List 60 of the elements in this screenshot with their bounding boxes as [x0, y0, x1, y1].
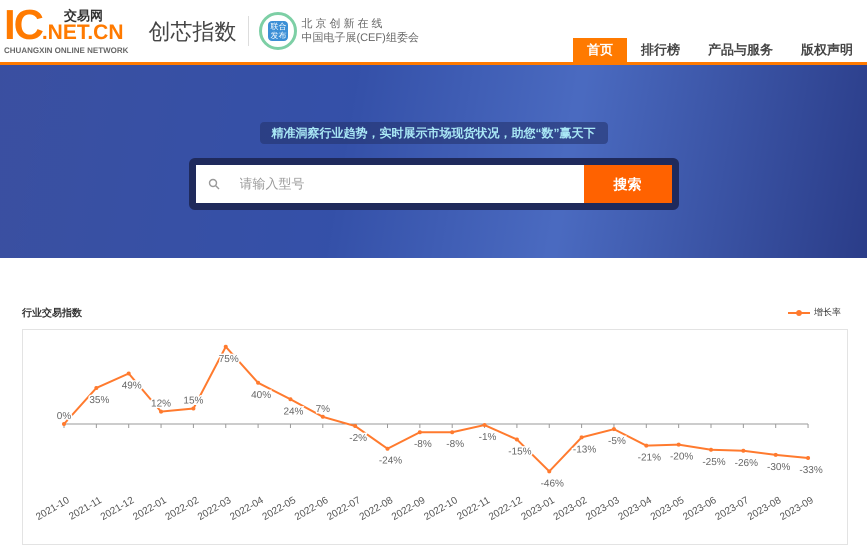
logo-domain: .NET.CN	[42, 22, 124, 42]
value-label: -1%	[478, 432, 496, 444]
nav-tab[interactable]: 排行榜	[627, 38, 694, 62]
data-point	[353, 424, 358, 428]
data-point	[224, 344, 228, 349]
data-point	[547, 469, 552, 474]
badge-line: 北 京 创 新 在 线	[301, 17, 384, 31]
data-point	[62, 422, 66, 426]
data-point	[612, 427, 616, 432]
value-label: -33%	[799, 465, 823, 476]
value-label: -8%	[414, 439, 432, 450]
data-point	[774, 452, 778, 457]
value-label: -13%	[572, 444, 596, 456]
data-point	[482, 423, 487, 428]
value-label: 7%	[316, 404, 330, 415]
banner-slogan: 精准洞察行业趋势，实时展示市场现货状况，助您“数”赢天下	[260, 122, 608, 144]
value-label: -25%	[702, 456, 726, 468]
data-point	[191, 406, 196, 411]
search-icon	[208, 178, 220, 190]
logo-mark: IC	[4, 6, 42, 42]
value-label: 40%	[251, 390, 272, 401]
logo-name: 交易网	[64, 8, 103, 22]
data-point	[386, 446, 390, 451]
value-label: -26%	[734, 458, 758, 469]
chart-title: 行业交易指数	[22, 306, 82, 320]
data-point	[676, 442, 681, 447]
legend-label: 增长率	[814, 306, 841, 320]
data-point	[418, 430, 422, 434]
value-label: 24%	[283, 406, 304, 418]
badge-line: 中国电子展(CEF)组委会	[301, 31, 419, 45]
value-label: 35%	[89, 394, 110, 406]
data-point	[806, 456, 810, 460]
data-point	[159, 410, 164, 414]
data-point	[126, 372, 131, 376]
value-label: -5%	[608, 436, 626, 448]
data-point	[256, 380, 260, 385]
data-point	[644, 444, 648, 448]
value-label: 0%	[56, 411, 72, 422]
data-point	[94, 386, 98, 390]
value-label: -21%	[638, 452, 661, 464]
value-label: -8%	[446, 439, 464, 450]
nav-tab[interactable]: 产品与服务	[694, 38, 787, 62]
data-point	[709, 448, 713, 452]
data-point	[514, 437, 519, 442]
data-point	[580, 435, 584, 440]
data-point	[741, 448, 746, 453]
value-label: -30%	[767, 462, 790, 473]
data-point	[320, 414, 325, 419]
nav-tab[interactable]: 版权声明	[787, 38, 867, 62]
value-label: -2%	[349, 433, 368, 444]
legend-line-icon	[788, 310, 810, 316]
value-label: -24%	[378, 456, 402, 467]
value-label: -46%	[540, 478, 564, 490]
data-point	[288, 397, 292, 402]
product-title: 创芯指数	[148, 18, 236, 46]
logo-tagline: CHUANGXIN ONLINE NETWORK	[4, 44, 128, 56]
value-label: -20%	[670, 452, 694, 463]
data-point	[450, 430, 454, 434]
search-field[interactable]: 请输入型号	[196, 165, 584, 203]
seal-badge: 联合发布	[259, 12, 298, 50]
